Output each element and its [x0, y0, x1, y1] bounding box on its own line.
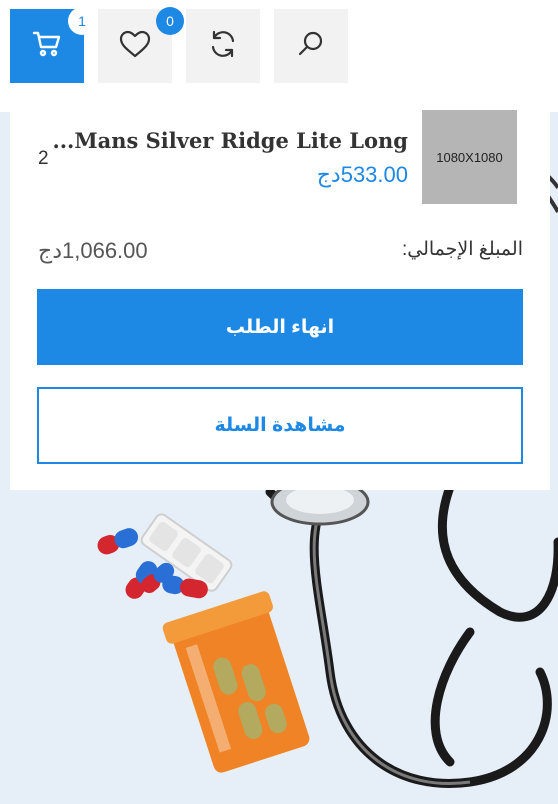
heart-icon — [119, 30, 151, 63]
view-cart-button[interactable]: مشاهدة السلة — [37, 387, 523, 464]
product-quantity: 2 — [38, 148, 49, 169]
mini-cart-dropdown: 1080X1080 ...Mans Silver Ridge Lite Long… — [10, 84, 550, 490]
subtotal-value: 1,066.00دج — [38, 238, 148, 263]
checkout-button[interactable]: انهاء الطلب — [37, 289, 523, 365]
product-price: 533.00دج — [316, 162, 408, 187]
search-button[interactable] — [274, 9, 348, 83]
subtotal-label: المبلغ الإجمالي: — [401, 239, 523, 260]
cart-count-badge: 1 — [68, 7, 96, 35]
cart-icon — [32, 30, 62, 63]
search-icon — [297, 30, 325, 63]
compare-button[interactable] — [186, 9, 260, 83]
refresh-icon — [208, 29, 238, 64]
wishlist-button[interactable]: 0 — [98, 7, 184, 83]
thumbnail-placeholder-text: 1080X1080 — [436, 149, 503, 165]
product-thumbnail[interactable]: 1080X1080 — [422, 110, 517, 204]
product-name-link[interactable]: ...Mans Silver Ridge Lite Long — [52, 128, 408, 153]
cart-button[interactable]: 1 — [10, 7, 96, 83]
wishlist-count-badge: 0 — [156, 7, 184, 35]
